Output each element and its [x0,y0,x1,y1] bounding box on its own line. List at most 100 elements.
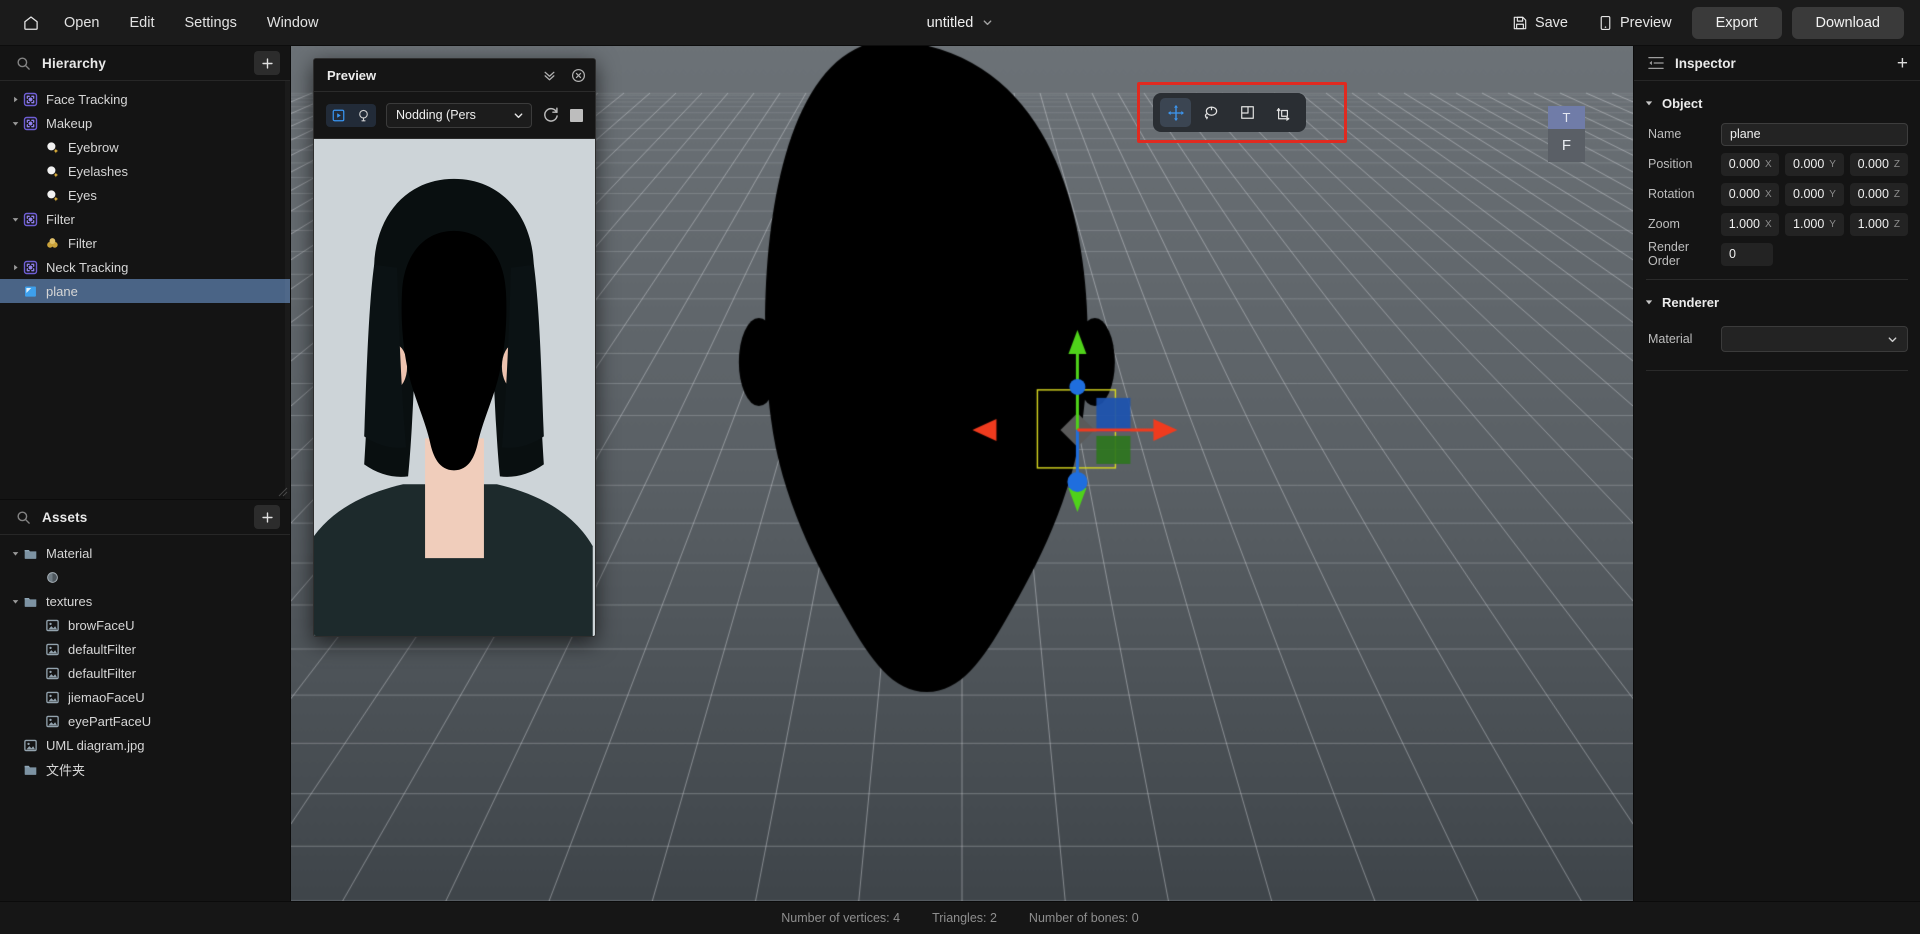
material-select[interactable] [1721,326,1908,352]
preview-video-mode-button[interactable] [326,104,351,127]
download-button[interactable]: Download [1791,6,1904,39]
assets-add-button[interactable] [254,505,280,529]
position-y-field[interactable]: 0.000 Y [1785,152,1844,176]
assets-item-icon [22,593,38,609]
hierarchy-row[interactable]: plane [0,279,290,303]
object-name-input[interactable] [1721,122,1908,146]
preview-animation-select[interactable]: Nodding (Pers [386,102,532,128]
transform-tool-button[interactable] [1268,98,1299,127]
search-icon[interactable] [16,510,31,525]
object-name-row: Name [1634,119,1920,149]
status-bones: Number of bones: 0 [1028,911,1139,925]
close-circle-icon[interactable] [571,68,586,83]
assets-row[interactable]: 文件夹 [0,757,290,781]
menu-window[interactable]: Window [253,9,333,37]
hierarchy-title: Hierarchy [42,55,107,71]
export-button[interactable]: Export [1691,6,1782,39]
axis-y-label: Y [1829,158,1836,170]
hierarchy-twisty[interactable] [8,96,22,103]
assets-twisty[interactable] [8,598,22,605]
rotation-x-field[interactable]: 0.000 X [1721,182,1780,206]
preview-label: Preview [1620,14,1672,31]
move-tool-button[interactable] [1160,98,1191,127]
assets-row[interactable]: jiemaoFaceU [0,685,290,709]
refresh-icon[interactable] [542,106,560,124]
save-label: Save [1534,14,1568,31]
search-icon[interactable] [16,56,31,71]
menu-settings[interactable]: Settings [170,9,250,37]
rotation-z-field[interactable]: 0.000 Z [1849,182,1908,206]
rotation-y-field[interactable]: 0.000 Y [1785,182,1844,206]
renderer-section-label: Renderer [1662,294,1720,310]
renderer-material-row: Material [1634,318,1920,360]
menu-edit[interactable]: Edit [115,9,168,37]
chevron-down-icon[interactable] [12,550,19,557]
hierarchy-add-button[interactable] [254,51,280,75]
inspector-section-object[interactable]: Object [1634,87,1920,119]
assets-row[interactable]: browFaceU [0,613,290,637]
hierarchy-item-icon [22,259,38,275]
hierarchy-item-icon [44,235,60,251]
assets-row[interactable] [0,565,290,589]
assets-row[interactable]: UML diagram.jpg [0,733,290,757]
assets-tree[interactable]: Material textures browFaceU defaultFilter de… [0,535,290,901]
chevron-right-icon[interactable] [12,264,19,271]
hierarchy-row[interactable]: Face Tracking [0,87,290,111]
position-x-field[interactable]: 0.000 X [1721,152,1780,176]
hierarchy-row[interactable]: Makeup [0,111,290,135]
hierarchy-tree[interactable]: Face Tracking Makeup Eyebrow Eyelashes Eyes F… [0,81,290,500]
chevron-down-icon[interactable] [12,598,19,605]
hierarchy-row[interactable]: Eyebrow [0,135,290,159]
zoom-x-field[interactable]: 1.000 X [1721,212,1780,236]
chevron-down-icon[interactable] [12,216,19,223]
preview-render-stage[interactable] [314,138,595,636]
assets-row[interactable]: textures [0,589,290,613]
hierarchy-item-icon [22,283,38,299]
viewcube-front-face[interactable]: F [1548,129,1585,162]
preview-window[interactable]: Preview Nodding (Pers [313,58,596,637]
stop-square-icon[interactable] [570,108,583,122]
assets-row[interactable]: Material [0,541,290,565]
hierarchy-row[interactable]: Filter [0,207,290,231]
double-chevron-down-icon[interactable] [542,68,557,83]
chevron-right-icon[interactable] [12,96,19,103]
save-button[interactable]: Save [1502,8,1578,38]
hierarchy-row[interactable]: Eyes [0,183,290,207]
tracking-node-icon [23,212,37,226]
viewcube-top-face[interactable]: T [1548,106,1585,129]
document-title-dropdown[interactable]: untitled [927,15,994,31]
hierarchy-twisty[interactable] [8,120,22,127]
hierarchy-row[interactable]: Eyelashes [0,159,290,183]
object-rotation-row: Rotation 0.000 X 0.000 Y 0.000 Z [1634,179,1920,209]
hierarchy-scrollbar[interactable] [285,81,290,499]
assets-row[interactable]: defaultFilter [0,661,290,685]
inspector-panel: Inspector + Object Name Position 0.000 X [1633,46,1920,901]
hierarchy-twisty[interactable] [8,264,22,271]
hierarchy-row[interactable]: Filter [0,231,290,255]
inspector-section-renderer[interactable]: Renderer [1634,286,1920,318]
chevron-down-icon[interactable] [12,120,19,127]
zoom-z-field[interactable]: 1.000 Z [1849,212,1908,236]
render-order-input[interactable] [1721,242,1773,266]
assets-row[interactable]: defaultFilter [0,637,290,661]
chevron-down-icon [1645,101,1653,106]
preview-window-titlebar[interactable]: Preview [314,59,595,92]
zoom-y-field[interactable]: 1.000 Y [1785,212,1844,236]
home-button[interactable] [14,8,48,38]
preview-person-render [314,139,595,636]
preview-button[interactable]: Preview [1588,8,1682,38]
scale-tool-button[interactable] [1232,98,1263,127]
inspector-add-button[interactable]: + [1897,54,1908,73]
hierarchy-row[interactable]: Neck Tracking [0,255,290,279]
scene-viewport[interactable]: T F Preview Nodding (Pers [291,46,1633,901]
view-orientation-cube[interactable]: T F [1548,106,1585,162]
assets-row[interactable]: eyePartFaceU [0,709,290,733]
position-z-field[interactable]: 0.000 Z [1849,152,1908,176]
assets-twisty[interactable] [8,550,22,557]
hierarchy-twisty[interactable] [8,216,22,223]
menu-open[interactable]: Open [50,9,113,37]
hierarchy-resize-grip[interactable] [277,486,288,497]
save-disk-icon [1513,16,1527,29]
rotate-tool-button[interactable] [1196,98,1227,127]
preview-light-mode-button[interactable] [351,104,376,127]
